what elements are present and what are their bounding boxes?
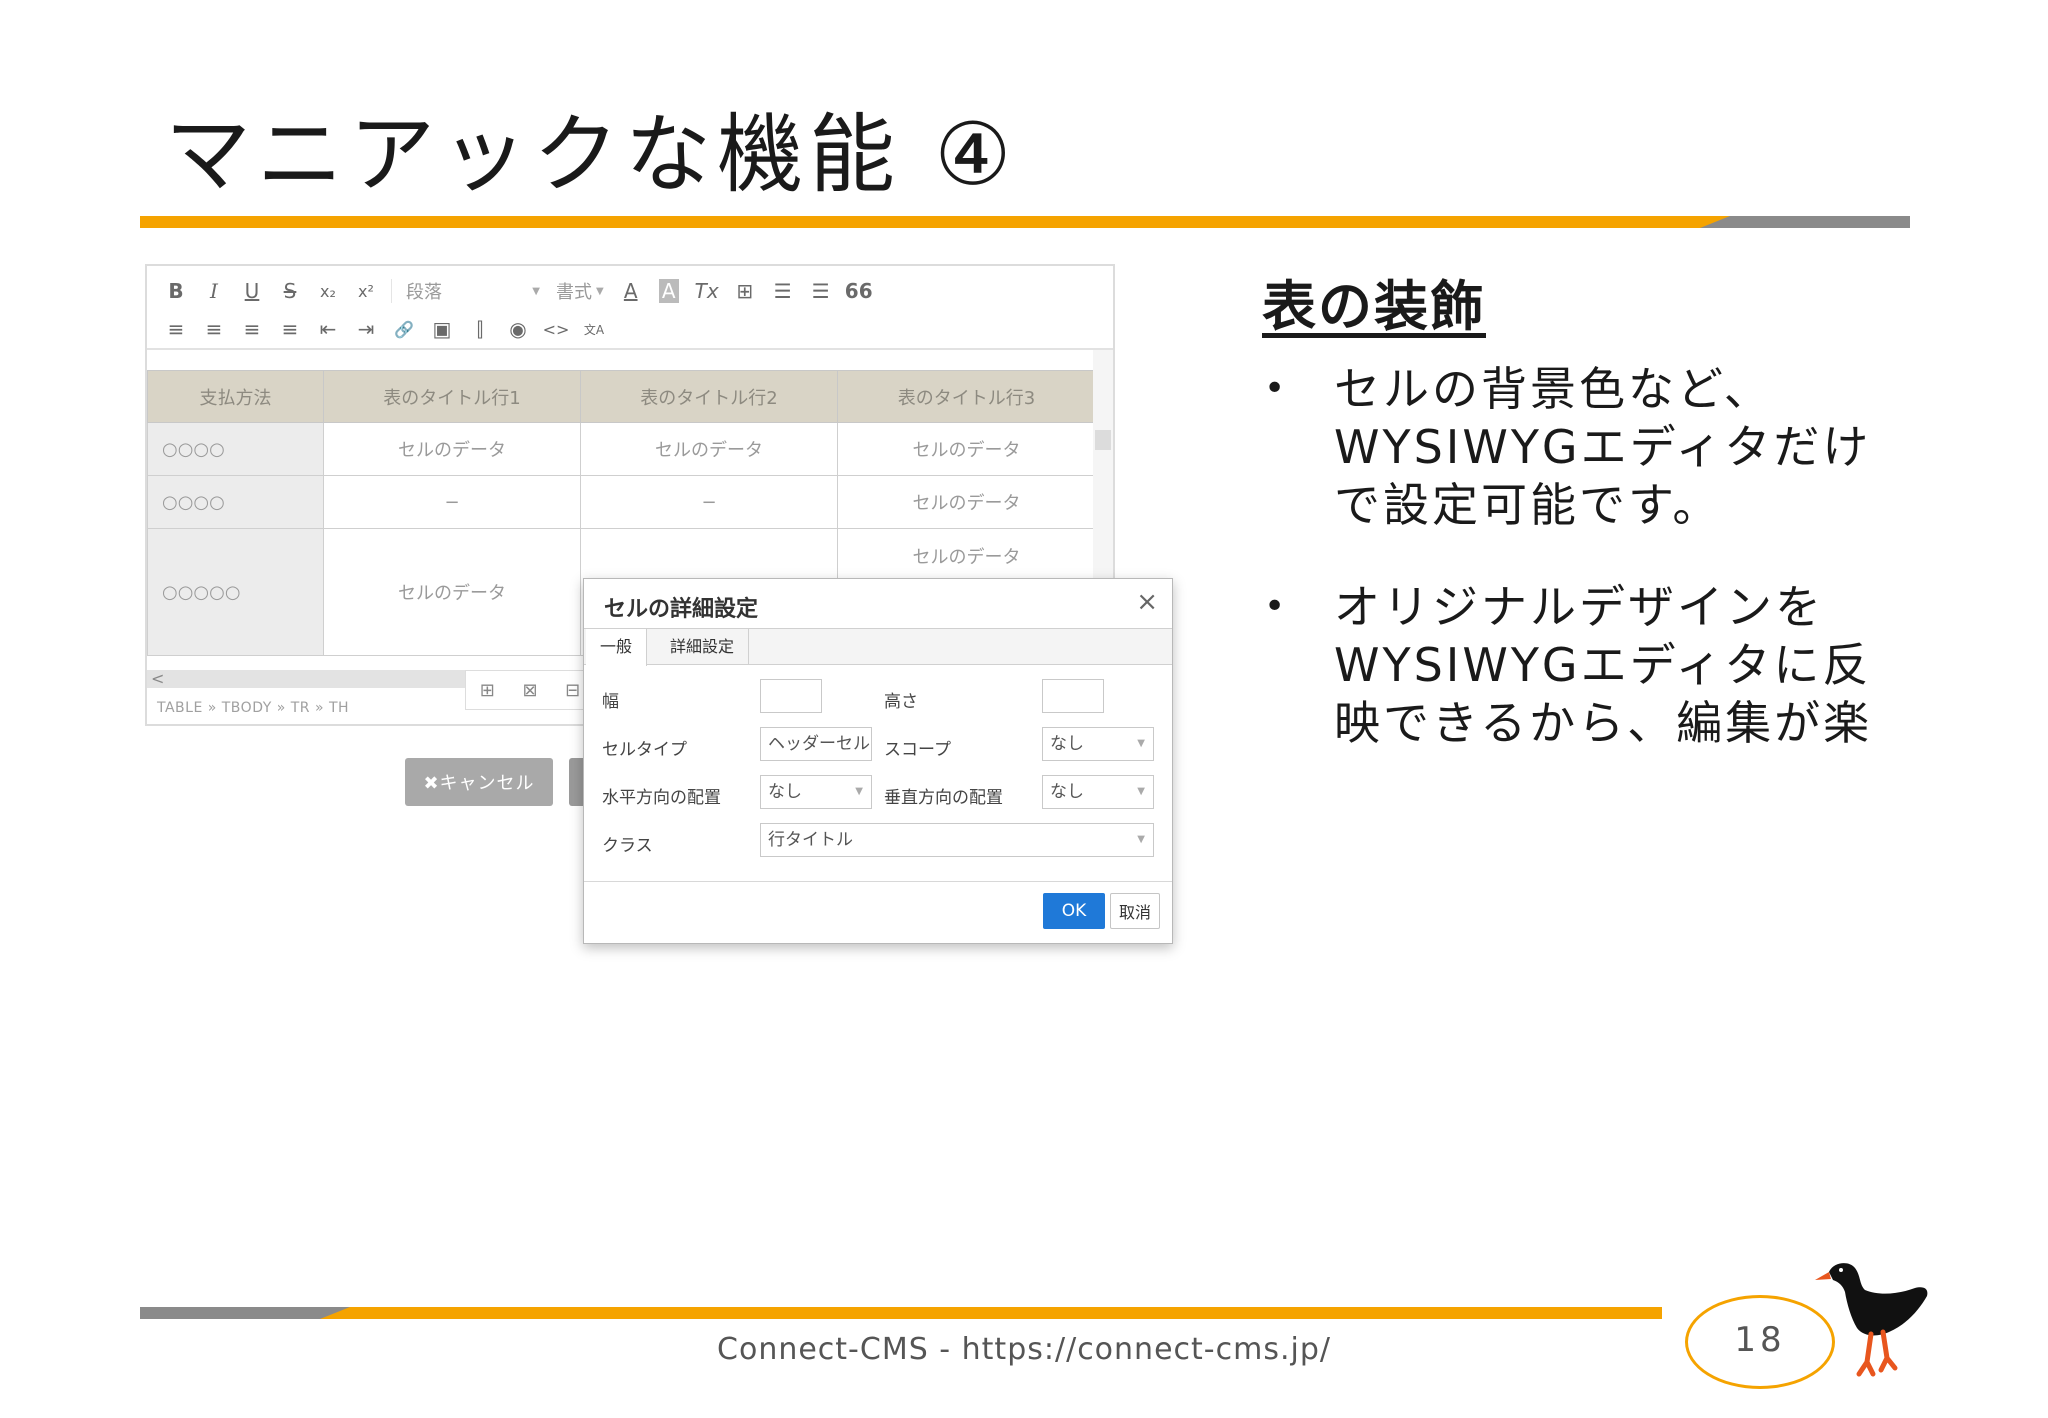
- scope-label: スコープ: [884, 740, 951, 760]
- horizontal-align-value: なし: [768, 782, 802, 802]
- bird-mascot-icon: [1815, 1263, 1928, 1377]
- width-label: 幅: [602, 692, 619, 712]
- translate-icon[interactable]: 文A: [575, 314, 613, 344]
- list-item: • オリジナルデザインをWYSIWYGエディタに反映できるから、編集が楽: [1258, 578, 1898, 752]
- cell-type-label: セルタイプ: [602, 740, 687, 760]
- vertical-align-value: なし: [1050, 782, 1084, 802]
- table-icon[interactable]: ⊞: [726, 276, 764, 306]
- page-number-bubble: 18: [1685, 1295, 1835, 1389]
- bullet-marker: •: [1264, 368, 1289, 409]
- section-heading: 表の装飾: [1262, 275, 1486, 338]
- class-value: 行タイトル: [768, 830, 853, 850]
- height-label: 高さ: [884, 692, 918, 712]
- style-dropdown[interactable]: 書式 ▼: [548, 276, 612, 306]
- cell-properties-dialog: セルの詳細設定 × 一般 詳細設定 幅 高さ セルタイプ ヘッダーセル スコープ…: [583, 578, 1173, 944]
- style-label: 書式: [556, 282, 592, 303]
- tab-advanced[interactable]: 詳細設定: [656, 629, 750, 665]
- height-input[interactable]: [1042, 679, 1104, 713]
- list-item: • セルの背景色など、WYSIWYGエディタだけで設定可能です。: [1258, 360, 1898, 534]
- align-center-icon[interactable]: ≡: [195, 314, 233, 344]
- class-label: クラス: [602, 836, 653, 856]
- source-code-icon[interactable]: <>: [537, 314, 575, 344]
- table-header-cell[interactable]: 表のタイトル行1: [323, 370, 581, 423]
- editor-toolbar: B I U S x₂ x² 段落 ▼ 書式 ▼ A A Tx ⊞ ☰ ☰ 66 ≡ …: [147, 266, 1113, 350]
- table-cell[interactable]: ○○○○○: [147, 528, 324, 656]
- bullet-text: オリジナルデザインをWYSIWYGエディタに反映できるから、編集が楽: [1334, 580, 1873, 750]
- dialog-cancel-button[interactable]: 取消: [1110, 893, 1160, 929]
- preview-icon[interactable]: ◉: [499, 314, 537, 344]
- dialog-title: セルの詳細設定: [604, 597, 759, 622]
- element-path: TABLE » TBODY » TR » TH: [157, 700, 350, 716]
- bullet-text: セルの背景色など、WYSIWYGエディタだけで設定可能です。: [1334, 362, 1872, 532]
- table-cell[interactable]: セルのデータ: [323, 528, 581, 656]
- table-header-cell[interactable]: 支払方法: [147, 370, 324, 423]
- bullet-marker: •: [1264, 586, 1289, 627]
- page-number: 18: [1734, 1320, 1786, 1360]
- table-cell[interactable]: ○○○○: [147, 475, 324, 529]
- table-cell[interactable]: −: [580, 475, 838, 529]
- cell-properties-icon[interactable]: ⊟: [565, 680, 580, 701]
- outdent-icon[interactable]: ⇤: [309, 314, 347, 344]
- class-select[interactable]: 行タイトル ▼: [760, 823, 1154, 857]
- table-row: ○○○○ − − セルのデータ: [147, 475, 1095, 529]
- superscript-button[interactable]: x²: [347, 276, 385, 306]
- ordered-list-icon[interactable]: ☰: [764, 276, 802, 306]
- align-left-icon[interactable]: ≡: [157, 314, 195, 344]
- table-cell[interactable]: セルのデータ: [837, 475, 1095, 529]
- cell-type-select[interactable]: ヘッダーセル: [760, 727, 872, 761]
- table-header-cell[interactable]: 表のタイトル行3: [837, 370, 1095, 423]
- close-icon[interactable]: ×: [1136, 587, 1158, 617]
- paragraph-format-label: 段落: [406, 282, 442, 303]
- horizontal-scrollbar[interactable]: [147, 670, 477, 688]
- delete-table-icon[interactable]: ⊠: [522, 680, 537, 701]
- cancel-button[interactable]: ✖キャンセル: [405, 758, 553, 806]
- table-row: ○○○○ セルのデータ セルのデータ セルのデータ: [147, 422, 1095, 476]
- underline-button[interactable]: U: [233, 276, 271, 306]
- text-color-icon[interactable]: A: [612, 276, 650, 306]
- width-input[interactable]: [760, 679, 822, 713]
- background-color-icon[interactable]: A: [650, 276, 688, 306]
- subscript-button[interactable]: x₂: [309, 276, 347, 306]
- unordered-list-icon[interactable]: ☰: [802, 276, 840, 306]
- remove-format-icon[interactable]: Tx: [688, 276, 726, 306]
- table-cell[interactable]: セルのデータ: [323, 422, 581, 476]
- background-color-glyph: A: [658, 279, 679, 303]
- link-icon[interactable]: 🔗: [385, 314, 423, 344]
- dialog-tabs: 一般 詳細設定: [584, 629, 1172, 666]
- scope-select[interactable]: なし ▼: [1042, 727, 1154, 761]
- dialog-header: セルの詳細設定 ×: [584, 579, 1172, 629]
- scroll-left-icon[interactable]: <: [151, 669, 164, 688]
- indent-icon[interactable]: ⇥: [347, 314, 385, 344]
- italic-button[interactable]: I: [195, 276, 233, 306]
- blockquote-icon[interactable]: 66: [840, 276, 878, 306]
- table-cell[interactable]: ○○○○: [147, 422, 324, 476]
- ok-button[interactable]: OK: [1043, 893, 1105, 929]
- title-underline-bar: [140, 216, 1910, 228]
- horizontal-align-label: 水平方向の配置: [602, 788, 721, 808]
- scope-value: なし: [1050, 734, 1084, 754]
- table-cell[interactable]: セルのデータ: [580, 422, 838, 476]
- align-justify-icon[interactable]: ≡: [271, 314, 309, 344]
- vertical-align-select[interactable]: なし ▼: [1042, 775, 1154, 809]
- cell-type-value: ヘッダーセル: [768, 734, 870, 754]
- image-icon[interactable]: ▣: [423, 314, 461, 344]
- table-mini-toolbar: ⊞ ⊠ ⊟: [465, 670, 595, 710]
- table-header-cell[interactable]: 表のタイトル行2: [580, 370, 838, 423]
- vertical-align-label: 垂直方向の配置: [884, 788, 1003, 808]
- bullet-list: • セルの背景色など、WYSIWYGエディタだけで設定可能です。 • オリジナルデザ…: [1258, 360, 1898, 796]
- strikethrough-button[interactable]: S: [271, 276, 309, 306]
- horizontal-align-select[interactable]: なし ▼: [760, 775, 872, 809]
- table-cell[interactable]: セルのデータ: [837, 422, 1095, 476]
- slide-title: マニアックな機能 ④: [165, 105, 1018, 205]
- bold-button[interactable]: B: [157, 276, 195, 306]
- insert-table-icon[interactable]: ⊞: [480, 680, 495, 701]
- paragraph-format-dropdown[interactable]: 段落 ▼: [398, 276, 548, 306]
- table-cell[interactable]: −: [323, 475, 581, 529]
- attachment-icon[interactable]: ⫿: [461, 314, 499, 344]
- align-right-icon[interactable]: ≡: [233, 314, 271, 344]
- footer-bar: [140, 1307, 1662, 1319]
- tab-general[interactable]: 一般: [586, 629, 648, 666]
- table-header-row: 支払方法 表のタイトル行1 表のタイトル行2 表のタイトル行3: [147, 370, 1095, 423]
